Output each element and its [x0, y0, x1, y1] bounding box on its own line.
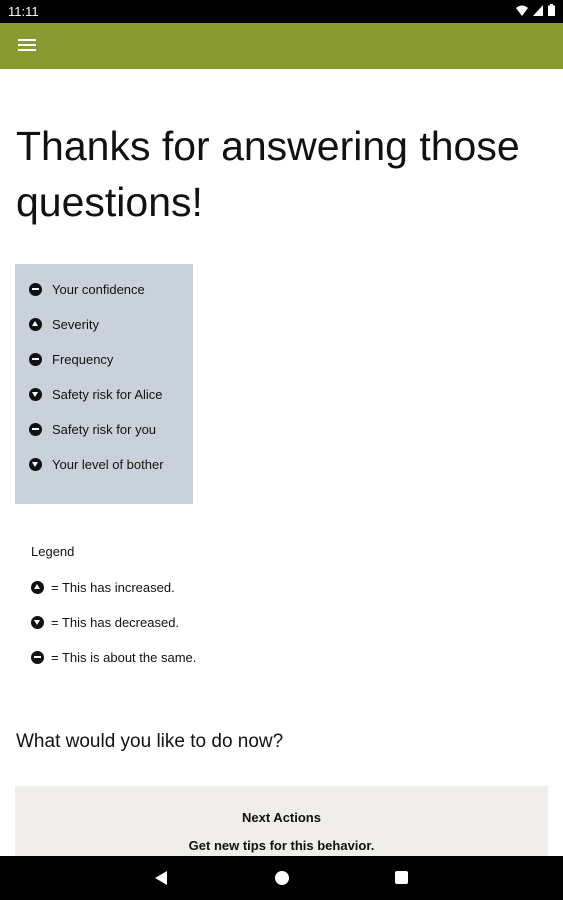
legend-item-label: = This has decreased. [51, 614, 180, 630]
increased-icon [31, 580, 44, 594]
decreased-icon [29, 457, 42, 471]
summary-item-label: Your confidence [52, 281, 145, 297]
about-same-icon [31, 650, 44, 664]
app-toolbar [0, 23, 563, 69]
cell-signal-icon [533, 4, 543, 16]
decreased-icon [31, 615, 44, 629]
get-new-tips-link[interactable]: Get new tips for this behavior. [15, 838, 548, 853]
recent-apps-icon[interactable] [395, 871, 408, 884]
summary-item: Safety risk for you [29, 419, 156, 439]
legend-title: Legend [31, 544, 75, 559]
decreased-icon [29, 387, 42, 401]
about-same-icon [29, 282, 42, 296]
summary-item-label: Severity [52, 316, 99, 332]
summary-item-label: Frequency [52, 351, 114, 367]
system-nav-bar [0, 856, 563, 900]
summary-item: Severity [29, 314, 99, 334]
hamburger-menu-icon[interactable] [18, 39, 36, 53]
legend-item-label: = This is about the same. [51, 649, 197, 665]
summary-item: Your confidence [29, 279, 145, 299]
summary-item-label: Your level of bother [52, 456, 164, 472]
increased-icon [29, 317, 42, 331]
legend-item: = This has decreased. [31, 612, 179, 632]
status-bar: 11:11 [0, 0, 563, 23]
next-step-question: What would you like to do now? [16, 731, 284, 752]
summary-item: Your level of bother [29, 454, 164, 474]
legend-item: = This has increased. [31, 577, 175, 597]
page-title: Thanks for answering those questions! [16, 123, 520, 225]
next-actions-title: Next Actions [242, 810, 321, 825]
legend-item-label: = This has increased. [51, 579, 175, 595]
next-actions-panel: Next Actions Get new tips for this behav… [15, 786, 548, 856]
status-time: 11:11 [8, 4, 39, 19]
summary-item: Safety risk for Alice [29, 384, 163, 404]
summary-item-label: Safety risk for Alice [52, 386, 163, 402]
battery-icon [548, 4, 555, 16]
summary-item-label: Safety risk for you [52, 421, 157, 437]
wifi-icon [516, 5, 528, 16]
summary-box: Your confidence Severity Frequency Safet… [15, 264, 193, 504]
back-icon[interactable] [155, 871, 167, 885]
legend-item: = This is about the same. [31, 647, 196, 667]
status-icons [516, 4, 555, 16]
summary-item: Frequency [29, 349, 113, 369]
home-icon[interactable] [275, 871, 289, 885]
about-same-icon [29, 352, 42, 366]
about-same-icon [29, 422, 42, 436]
